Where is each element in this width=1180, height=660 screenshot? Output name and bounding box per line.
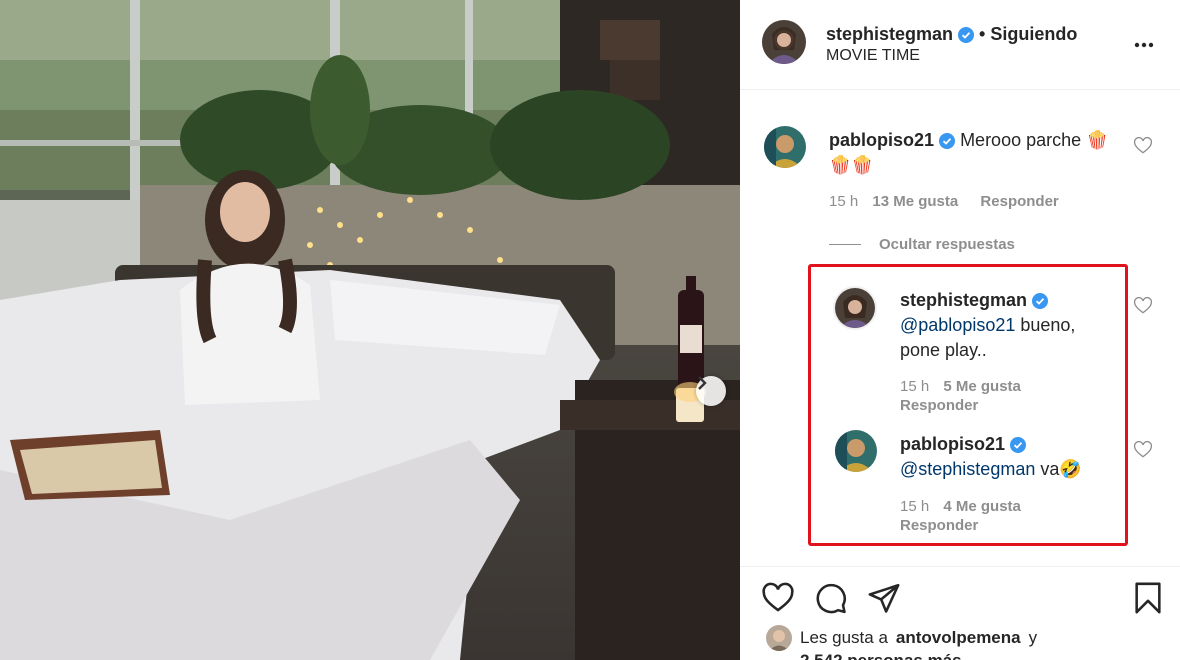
reply-meta: 15 h 4 Me gusta Responder xyxy=(900,497,1039,535)
liker-username[interactable]: antovolpemena xyxy=(896,628,1021,648)
comment-reply-button[interactable]: Responder xyxy=(980,193,1058,210)
reply-reply-button[interactable]: Responder xyxy=(900,397,978,414)
heart-icon[interactable] xyxy=(1133,296,1153,316)
reply-body: stephistegman @pablopiso21 bueno, pone p… xyxy=(900,288,1115,363)
likes-suffix: y xyxy=(1028,628,1038,647)
reply-username[interactable]: pablopiso21 xyxy=(900,434,1005,454)
reply-time[interactable]: 15 h xyxy=(900,498,929,515)
hide-replies-label: Ocultar respuestas xyxy=(879,236,1015,253)
commenter-avatar[interactable] xyxy=(764,126,806,168)
reply-text: va🤣 xyxy=(1035,459,1082,479)
author-line: stephistegman • Siguiendo xyxy=(826,24,1077,45)
more-options-button[interactable] xyxy=(1134,32,1154,53)
reply-username[interactable]: stephistegman xyxy=(900,290,1027,310)
comment-meta: 15 h 13 Me gusta Responder xyxy=(829,193,1077,210)
more-icon xyxy=(1134,42,1154,48)
likes-prefix: Les gusta a xyxy=(800,628,888,647)
post-photo[interactable] xyxy=(0,0,740,660)
reply-meta: 15 h 5 Me gusta Responder xyxy=(900,377,1039,415)
bookmark-icon[interactable] xyxy=(1131,581,1165,615)
liker-avatar[interactable] xyxy=(766,625,792,651)
share-icon[interactable] xyxy=(867,581,901,615)
heart-icon[interactable] xyxy=(1133,136,1153,156)
hide-replies-button[interactable]: Ocultar respuestas xyxy=(829,236,1015,253)
reply-body: pablopiso21 @stephistegman va🤣 xyxy=(900,432,1115,482)
reply-text-line2: pone play.. xyxy=(900,340,987,360)
reply-avatar[interactable] xyxy=(835,430,877,472)
hide-replies-line xyxy=(829,244,861,245)
verified-icon xyxy=(1032,293,1049,310)
following-button[interactable]: Siguiendo xyxy=(990,24,1077,45)
comment-time[interactable]: 15 h xyxy=(829,193,858,210)
comment: pablopiso21 Merooo parche 🍿 🍿🍿 xyxy=(829,128,1129,178)
post-header: stephistegman • Siguiendo MOVIE TIME xyxy=(740,0,1180,90)
author-username[interactable]: stephistegman xyxy=(826,24,953,45)
comment-likes[interactable]: 13 Me gusta xyxy=(872,193,958,210)
action-bar: Les gusta a antovolpemena y 2.542 person… xyxy=(740,566,1180,660)
author-avatar[interactable] xyxy=(762,20,806,64)
comment-text: Merooo parche 🍿 xyxy=(960,130,1109,150)
comment-username[interactable]: pablopiso21 xyxy=(829,130,934,150)
reply-likes[interactable]: 4 Me gusta xyxy=(943,498,1021,515)
reply-text: bueno, xyxy=(1015,315,1076,335)
reply-comment: pablopiso21 @stephistegman va🤣 xyxy=(900,432,1115,482)
photo-scene xyxy=(0,0,740,660)
likes-summary: Les gusta a antovolpemena y xyxy=(766,625,1037,651)
post-side-panel: stephistegman • Siguiendo MOVIE TIME pab… xyxy=(740,0,1180,660)
comment-icon[interactable] xyxy=(814,581,848,615)
comment-text-line2: 🍿🍿 xyxy=(829,155,874,175)
next-photo-button[interactable] xyxy=(696,376,726,406)
verified-icon xyxy=(939,133,956,150)
reply-avatar[interactable] xyxy=(833,286,877,330)
comment-body: pablopiso21 Merooo parche 🍿 🍿🍿 xyxy=(829,128,1129,178)
heart-icon[interactable] xyxy=(1133,440,1153,460)
reply-reply-button[interactable]: Responder xyxy=(900,517,978,534)
reply-comment: stephistegman @pablopiso21 bueno, pone p… xyxy=(900,288,1115,363)
verified-icon xyxy=(958,26,975,43)
reply-likes[interactable]: 5 Me gusta xyxy=(943,378,1021,395)
reply-mention[interactable]: @stephistegman xyxy=(900,459,1035,479)
reply-mention[interactable]: @pablopiso21 xyxy=(900,315,1015,335)
separator-dot: • xyxy=(979,24,986,44)
verified-icon xyxy=(1010,437,1027,454)
chevron-right-icon xyxy=(698,376,707,390)
likes-others[interactable]: 2.542 personas más xyxy=(800,651,962,660)
reply-time[interactable]: 15 h xyxy=(900,378,929,395)
heart-icon[interactable] xyxy=(761,581,795,615)
post-location[interactable]: MOVIE TIME xyxy=(826,47,920,65)
